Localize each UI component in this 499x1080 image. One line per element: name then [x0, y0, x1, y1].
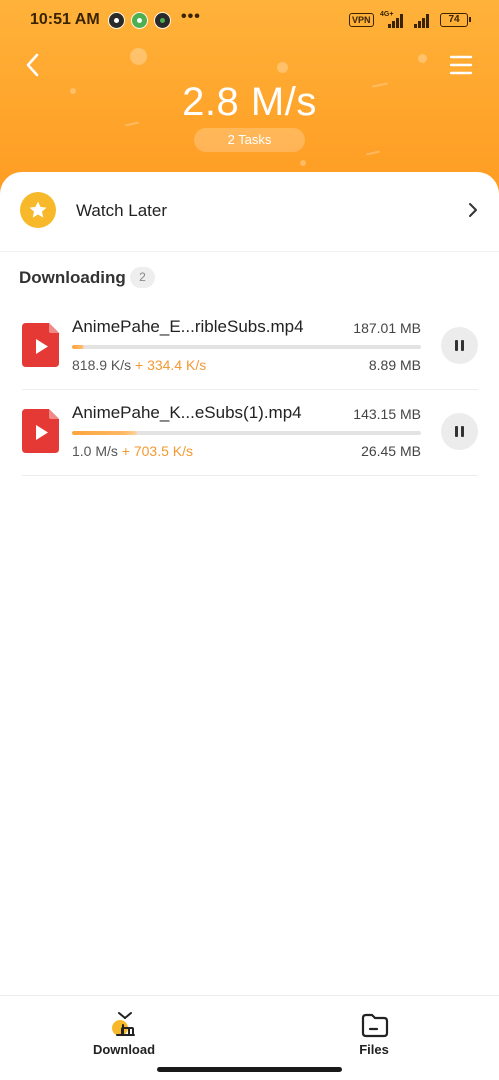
- download-tv-icon: [112, 1012, 135, 1036]
- row-divider: [22, 475, 478, 476]
- screen: 10:51 AM ••• VPN 4G+ 74 2.8 M/s 2 Tasks …: [0, 0, 499, 1080]
- base-speed: 1.0 M/s: [72, 443, 118, 459]
- download-progress-bar: [72, 431, 421, 435]
- downloading-count-badge: 2: [130, 267, 155, 288]
- streak-decoration: [365, 150, 381, 156]
- app-notification-icon: [131, 12, 148, 29]
- nav-download[interactable]: Download: [64, 1002, 184, 1062]
- download-progress-fill: [72, 345, 85, 349]
- boost-speed: + 334.4 K/s: [135, 357, 207, 373]
- back-button[interactable]: [18, 50, 48, 80]
- downloaded-size: 26.45 MB: [361, 443, 421, 459]
- base-speed: 818.9 K/s: [72, 357, 132, 373]
- video-file-icon: [22, 323, 59, 367]
- file-name: AnimePahe_E...ribleSubs.mp4: [72, 317, 304, 336]
- bokeh-decoration: [277, 62, 288, 73]
- home-indicator[interactable]: [157, 1067, 342, 1072]
- pause-icon: [455, 426, 458, 437]
- pause-button[interactable]: [441, 413, 478, 450]
- status-bar: 10:51 AM ••• VPN 4G+ 74: [0, 0, 499, 42]
- chevron-left-icon: [26, 53, 39, 77]
- file-total-size: 143.15 MB: [353, 406, 421, 422]
- nav-files[interactable]: Files: [314, 1002, 434, 1062]
- tasks-count-badge: 2 Tasks: [194, 128, 305, 152]
- pause-icon: [455, 340, 458, 351]
- more-notifications-icon: •••: [181, 8, 201, 25]
- downloaded-size: 8.89 MB: [368, 357, 421, 373]
- nav-files-label: Files: [359, 1042, 389, 1057]
- pause-button[interactable]: [441, 327, 478, 364]
- bokeh-decoration: [418, 54, 427, 63]
- boost-speed: + 703.5 K/s: [121, 443, 194, 459]
- status-time: 10:51 AM: [30, 11, 100, 28]
- download-progress-bar: [72, 345, 421, 349]
- app-notification-icon: [154, 12, 171, 29]
- downloading-section-title: Downloading: [19, 268, 126, 287]
- download-task-row[interactable]: AnimePahe_K...eSubs(1).mp4 143.15 MB 1.0…: [0, 390, 499, 476]
- header: 10:51 AM ••• VPN 4G+ 74 2.8 M/s 2 Tasks: [0, 0, 499, 200]
- bokeh-decoration: [130, 48, 147, 65]
- download-progress-fill: [72, 431, 137, 435]
- battery-icon: 74: [440, 13, 471, 27]
- downloads-card: Watch Later Downloading 2 AnimePahe_E...…: [0, 172, 499, 994]
- menu-button[interactable]: [448, 52, 474, 78]
- file-total-size: 187.01 MB: [353, 320, 421, 336]
- folder-icon: [361, 1013, 389, 1038]
- download-task-row[interactable]: AnimePahe_E...ribleSubs.mp4 187.01 MB 81…: [0, 304, 499, 390]
- signal-icon: [414, 14, 432, 28]
- pause-icon: [461, 426, 464, 437]
- watch-later-row[interactable]: Watch Later: [0, 172, 499, 252]
- watch-later-label: Watch Later: [76, 201, 168, 220]
- hamburger-menu-icon: [449, 55, 473, 75]
- bokeh-decoration: [300, 160, 306, 166]
- pause-icon: [461, 340, 464, 351]
- vpn-indicator: VPN: [349, 13, 374, 27]
- download-speed: 818.9 K/s + 334.4 K/s: [72, 357, 206, 373]
- video-file-icon: [22, 409, 59, 453]
- total-speed: 2.8 M/s: [182, 80, 317, 124]
- file-name: AnimePahe_K...eSubs(1).mp4: [72, 403, 302, 422]
- star-icon: [20, 192, 56, 228]
- media-app-icon: [108, 12, 125, 29]
- download-speed: 1.0 M/s + 703.5 K/s: [72, 443, 193, 459]
- nav-download-label: Download: [92, 1042, 156, 1057]
- signal-icon: [388, 14, 406, 28]
- chevron-right-icon: [469, 203, 477, 217]
